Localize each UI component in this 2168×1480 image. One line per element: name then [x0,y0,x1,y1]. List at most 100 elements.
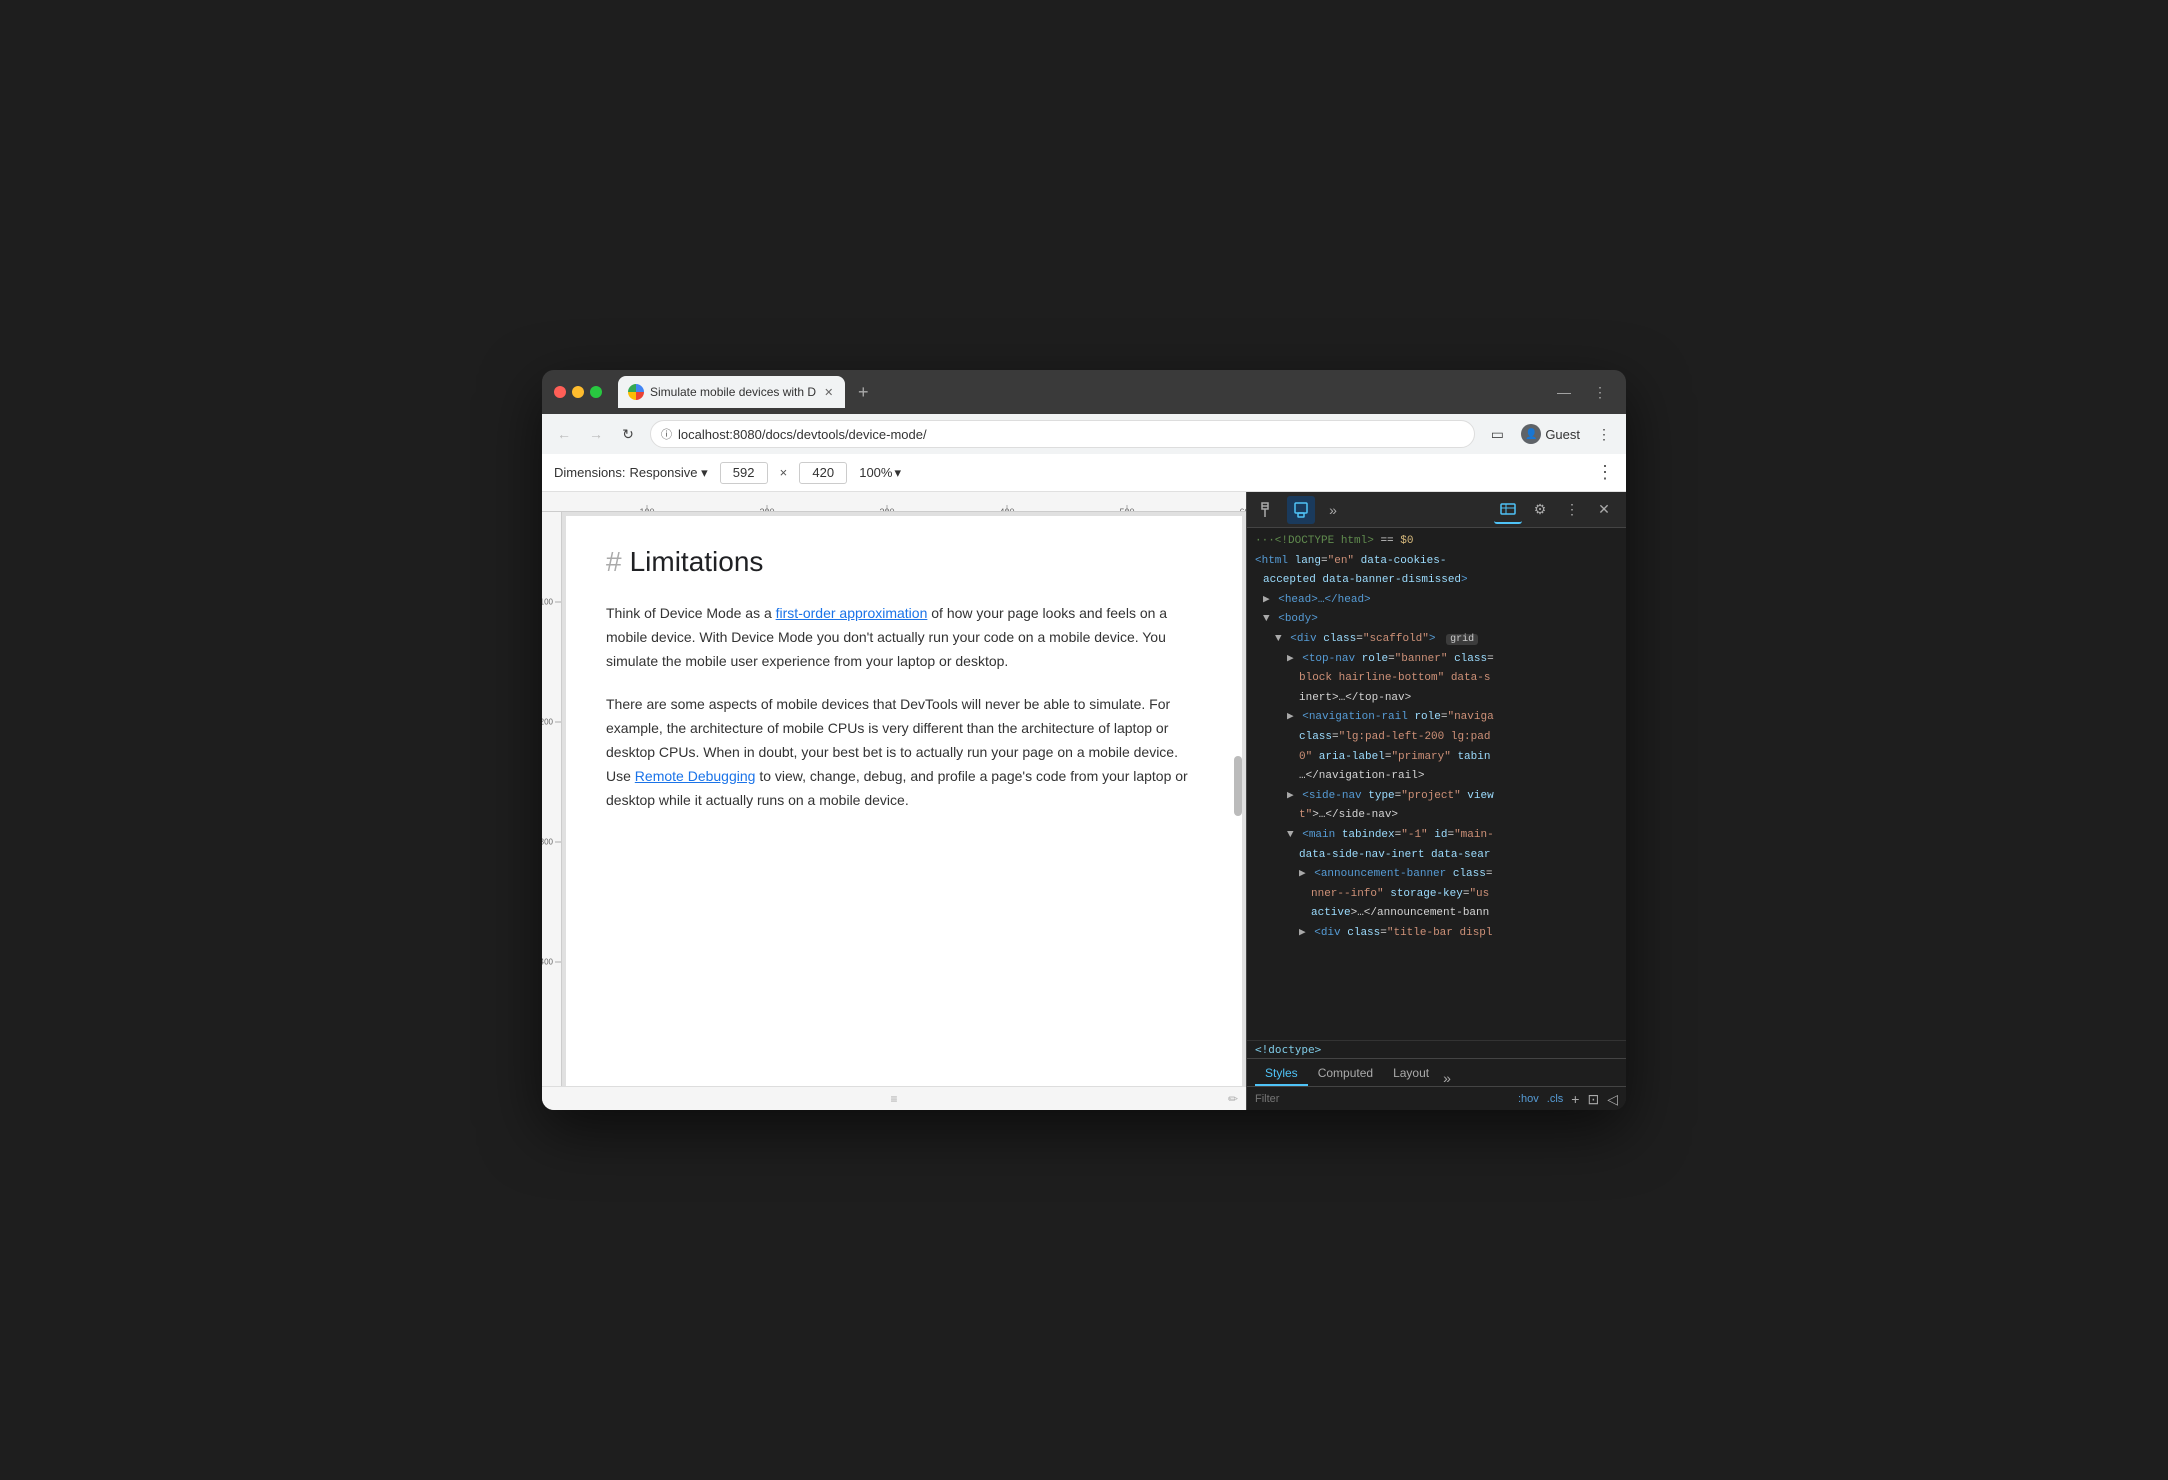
scrollbar-indicator[interactable] [1234,756,1242,816]
url-text: localhost:8080/docs/devtools/device-mode… [678,427,1464,442]
forward-button[interactable]: → [582,420,610,448]
dom-navrail-close: …</navigation-rail> [1247,767,1626,787]
maximize-button[interactable] [590,386,602,398]
toggle-element-state-icon[interactable]: ◁ [1607,1091,1618,1108]
close-button[interactable] [554,386,566,398]
elements-panel-button[interactable] [1494,496,1522,524]
reload-button[interactable]: ↻ [614,420,642,448]
toolbar-more-icon[interactable]: ⋮ [1596,462,1614,483]
dom-announcement-close: active>…</announcement-bann [1247,904,1626,924]
dom-topnav-class: block hairline-bottom" data-s [1247,669,1626,689]
add-style-button[interactable]: + [1571,1091,1579,1107]
cls-button[interactable]: .cls [1547,1093,1564,1105]
zoom-control[interactable]: 100% ▾ [859,465,901,481]
dom-navrail-line[interactable]: ▶ <navigation-rail role="naviga [1247,708,1626,728]
more-panels-icon: » [1329,502,1337,518]
device-toolbar: Dimensions: Responsive ▾ × 100% ▾ ⋮ [542,454,1626,492]
content-with-ruler: 100 200 300 400 [542,512,1246,1086]
inspect-element-button[interactable] [1255,496,1283,524]
dom-scaffold-line[interactable]: ▼ <div class="scaffold"> grid [1247,630,1626,650]
hov-button[interactable]: :hov [1518,1093,1539,1105]
tab-computed[interactable]: Computed [1308,1066,1383,1086]
browser-more-icon[interactable]: ⋮ [1590,420,1618,448]
close-devtools-button[interactable]: ✕ [1590,496,1618,524]
forward-icon: → [589,426,603,442]
title-bar: Simulate mobile devices with D ✕ + — ⋮ [542,370,1626,414]
tab-styles[interactable]: Styles [1255,1066,1308,1086]
dom-sidenav-close: t">…</side-nav> [1247,806,1626,826]
reload-icon: ↻ [622,426,634,443]
dom-html-line[interactable]: <html lang="en" data-cookies- [1247,552,1626,572]
profile-label: Guest [1545,427,1580,442]
tab-close-icon[interactable]: ✕ [822,384,835,401]
profile-avatar-icon: 👤 [1521,424,1541,444]
address-bar[interactable]: ⓘ localhost:8080/docs/devtools/device-mo… [650,420,1475,448]
ruler-mark-300: 300 [887,505,888,511]
dom-head-line[interactable]: ▶ <head>…</head> [1247,591,1626,611]
ruler-mark-200: 200 [767,505,768,511]
devtools-tabs: Styles Computed Layout » [1247,1059,1626,1087]
dom-announcement-class: nner--info" storage-key="us [1247,885,1626,905]
page-bottom-bar: ≡ ✏ [542,1086,1246,1110]
dom-main-line[interactable]: ▼ <main tabindex="-1" id="main- [1247,826,1626,846]
traffic-lights [554,386,602,398]
heading-text: Limitations [630,546,764,578]
first-order-link[interactable]: first-order approximation [776,605,928,621]
ruler-top-marks: 100 200 300 400 [562,492,1246,511]
close-devtools-icon: ✕ [1598,501,1610,518]
browser-content: 100 200 300 400 [542,492,1246,1110]
back-button[interactable]: ← [550,420,578,448]
width-input[interactable] [720,462,768,484]
page-heading: # Limitations [606,546,1202,578]
back-icon: ← [557,426,571,442]
tab-area: Simulate mobile devices with D ✕ + [618,376,1542,408]
tab-more-icon[interactable]: » [1443,1070,1451,1086]
page-viewport[interactable]: # Limitations Think of Device Mode as a … [562,512,1246,1086]
ruler-top: 100 200 300 400 [542,492,1246,512]
minimize-window-icon[interactable]: — [1550,378,1578,406]
remote-debugging-link[interactable]: Remote Debugging [635,768,756,784]
profile-button[interactable]: 👤 Guest [1515,422,1586,446]
dimensions-label: Dimensions: Responsive ▾ [554,465,708,481]
dom-announcement-line[interactable]: ▶ <announcement-banner class= [1247,865,1626,885]
devtools-more-button[interactable]: ⋮ [1558,496,1586,524]
styles-filter-input[interactable] [1255,1093,1510,1105]
page-content: # Limitations Think of Device Mode as a … [566,516,1242,1086]
dom-topnav-line[interactable]: ▶ <top-nav role="banner" class= [1247,650,1626,670]
dom-tree[interactable]: ···<!DOCTYPE html> == $0 <html lang="en"… [1247,528,1626,1040]
device-mode-button[interactable] [1287,496,1315,524]
doctype-line[interactable]: <!doctype> [1247,1040,1626,1058]
more-panels-button[interactable]: » [1319,496,1347,524]
ruler-mark-100: 100 [647,505,648,511]
drag-handle-icon[interactable]: ≡ [890,1092,897,1106]
ruler-left-mark-300: 300 [555,842,561,843]
devtools-bottom-panel: Styles Computed Layout » :hov .cls + ⊡ ◁ [1247,1058,1626,1110]
responsive-dropdown[interactable]: Responsive ▾ [630,465,708,481]
dom-sidenav-line[interactable]: ▶ <side-nav type="project" view [1247,787,1626,807]
new-tab-button[interactable]: + [849,378,877,406]
dom-navrail-attrs: 0" aria-label="primary" tabin [1247,748,1626,768]
dom-topnav-close: inert>…</top-nav> [1247,689,1626,709]
nav-right: ▭ 👤 Guest ⋮ [1483,420,1618,448]
dom-body-line[interactable]: ▼ <body> [1247,610,1626,630]
dom-comment-line: ···<!DOCTYPE html> == $0 [1247,532,1626,552]
ruler-mark-400: 400 [1007,505,1008,511]
ruler-left-mark-200: 200 [555,722,561,723]
more-options-icon[interactable]: ⋮ [1586,378,1614,406]
dom-titlebar-line[interactable]: ▶ <div class="title-bar displ [1247,924,1626,944]
settings-button[interactable]: ⚙ [1526,496,1554,524]
active-tab[interactable]: Simulate mobile devices with D ✕ [618,376,845,408]
dom-main-attrs: data-side-nav-inert data-sear [1247,846,1626,866]
dimension-separator: × [780,465,788,480]
inspect-icon [1261,502,1277,518]
minimize-button[interactable] [572,386,584,398]
height-input[interactable] [799,462,847,484]
elements-icon [1500,501,1516,517]
tab-title: Simulate mobile devices with D [650,385,816,399]
tab-layout[interactable]: Layout [1383,1066,1439,1086]
ruler-left-mark-100: 100 [555,602,561,603]
cast-icon[interactable]: ▭ [1483,420,1511,448]
browser-window: Simulate mobile devices with D ✕ + — ⋮ ←… [542,370,1626,1110]
new-style-rule-icon[interactable]: ⊡ [1587,1091,1599,1108]
edit-icon[interactable]: ✏ [1228,1092,1238,1106]
